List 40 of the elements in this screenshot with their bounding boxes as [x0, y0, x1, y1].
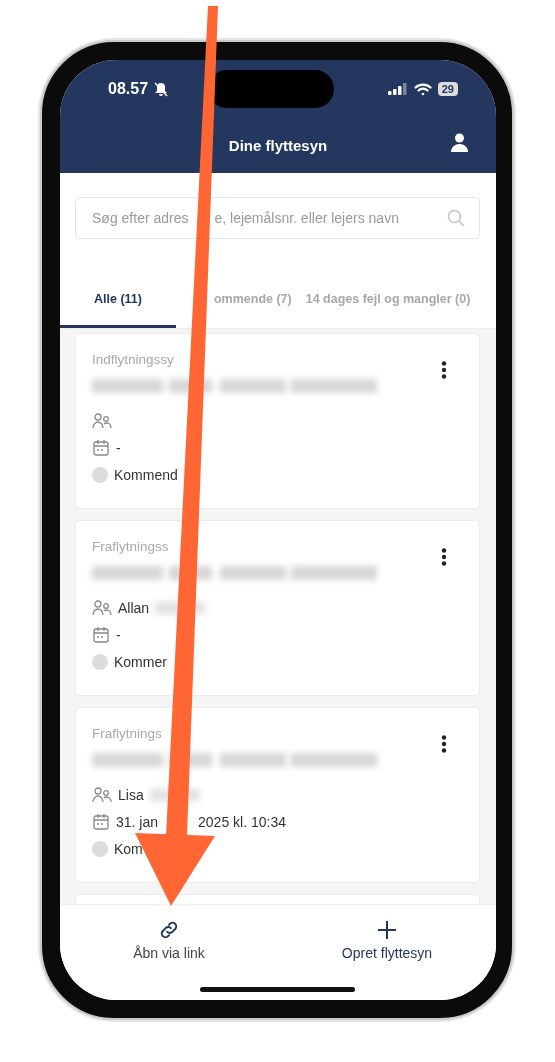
- more-icon[interactable]: [441, 735, 447, 753]
- status-label: Kom: [114, 840, 143, 857]
- people-icon: [92, 411, 112, 430]
- nav-button[interactable]: Opret flyttesyn: [278, 905, 496, 1000]
- tenant-name: Allan: [118, 599, 150, 616]
- more-icon[interactable]: [441, 361, 447, 379]
- inspection-date: -: [116, 439, 121, 456]
- battery-level: 29: [437, 82, 458, 96]
- calendar-icon: [92, 812, 110, 831]
- people-icon: [92, 598, 112, 617]
- wifi-icon: [413, 82, 432, 96]
- people-icon: [92, 785, 112, 804]
- status-dot: [92, 466, 108, 483]
- status-label: Kommer: [114, 653, 167, 670]
- search-placeholder: e, lejemålsnr. eller lejers navn: [214, 210, 399, 226]
- calendar-icon: [92, 438, 110, 457]
- tenant-name: Lisa: [118, 786, 144, 803]
- bell-off-icon: [154, 81, 169, 97]
- nav-button[interactable]: Åbn via link: [60, 905, 278, 1000]
- inspection-type: Indflytningssy: [92, 352, 175, 367]
- inspection-card[interactable]: Fraflytnings Lisa 31. jan 2025 kl. 10:34 Kom: [75, 707, 480, 883]
- inspection-date: -: [116, 626, 121, 643]
- inspection-type: Fraflytnings: [92, 726, 163, 741]
- signal-icon: [387, 83, 408, 95]
- clock: 08.57: [108, 80, 149, 98]
- inspection-type: Fraflytningss: [92, 539, 170, 554]
- plus-icon: [376, 919, 398, 941]
- status-label: Kommend: [114, 466, 178, 483]
- status-dot: [92, 840, 108, 857]
- calendar-icon: [92, 625, 110, 644]
- search-placeholder: Søg efter adres: [92, 210, 189, 226]
- status-dot: [92, 653, 108, 670]
- more-icon[interactable]: [441, 548, 447, 566]
- inspection-date: 2025 kl. 10:34: [198, 813, 286, 830]
- user-icon[interactable]: [451, 133, 468, 152]
- inspection-date: 31. jan: [116, 813, 159, 830]
- screen-title: Dine flyttesyn: [228, 137, 328, 154]
- link-icon: [158, 919, 180, 941]
- inspection-card[interactable]: Fraflytningss Allan - Kommer: [75, 520, 480, 696]
- inspection-card[interactable]: Indflytningssy - Kommend: [75, 333, 480, 509]
